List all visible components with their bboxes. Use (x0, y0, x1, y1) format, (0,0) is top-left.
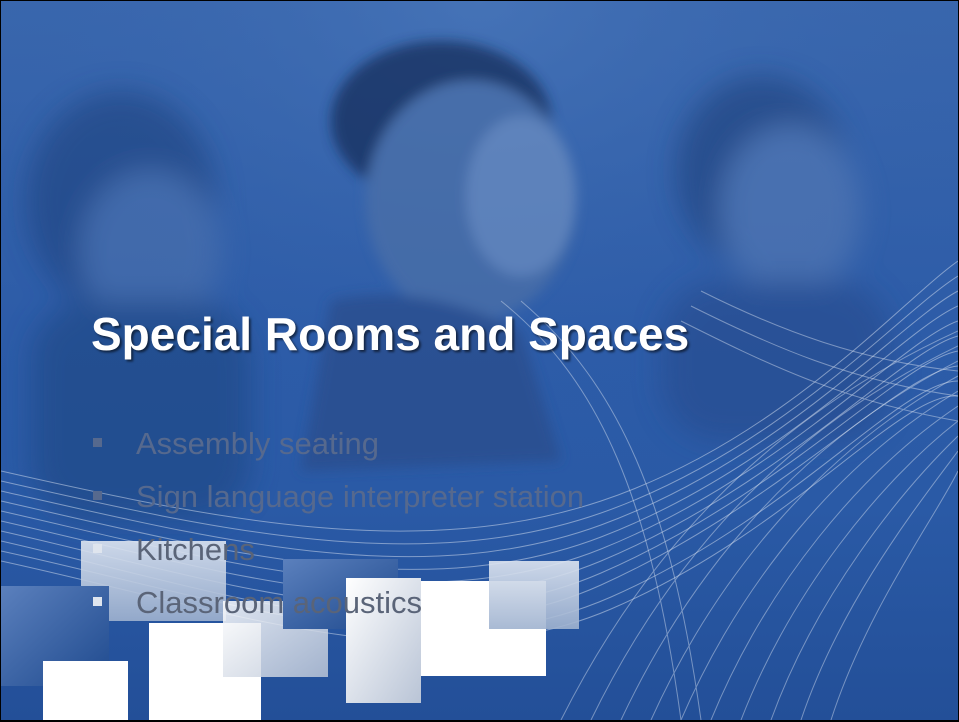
bullet-item: Assembly seating (93, 419, 584, 472)
bullet-text: Classroom acoustics (136, 585, 422, 620)
square-bullet-icon (93, 438, 102, 448)
square-bullet-icon (93, 491, 102, 501)
square-bullet-icon (93, 544, 102, 554)
bullet-text: Sign language interpreter station (136, 479, 585, 514)
bullet-item: Sign language interpreter station (93, 472, 584, 525)
slide: Special Rooms and Spaces Assembly seatin… (1, 1, 958, 720)
square-bullet-icon (93, 597, 102, 607)
bullet-list: Assembly seating Sign language interpret… (93, 419, 584, 631)
bullet-text: Kitchens (136, 532, 255, 567)
bullet-item: Kitchens (93, 525, 584, 578)
bullet-item: Classroom acoustics (93, 578, 584, 631)
bullet-text: Assembly seating (136, 426, 379, 461)
slide-title: Special Rooms and Spaces (91, 308, 690, 360)
